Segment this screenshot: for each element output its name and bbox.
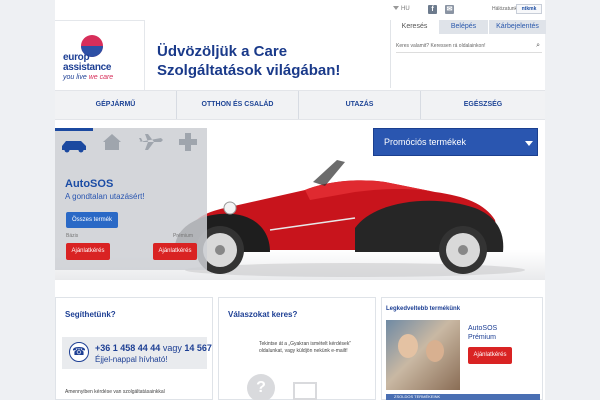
language-selector[interactable]: HU — [393, 6, 410, 12]
nav-item-home-family[interactable]: OTTHON ÉS CSALÁD — [177, 91, 299, 119]
faq-text: Tekintse át a „Gyakran ismételt kérdések… — [259, 341, 351, 354]
tab-login[interactable]: Belépés — [439, 20, 489, 34]
nav-item-vehicle[interactable]: GÉPJÁRMŰ — [55, 91, 177, 119]
network-link[interactable]: Hálózatunk — [492, 6, 517, 12]
logo-line2: assistance — [63, 62, 112, 73]
category-travel[interactable] — [131, 128, 169, 156]
facebook-icon[interactable]: f — [428, 5, 437, 14]
all-products-button[interactable]: Összes termék — [66, 212, 118, 228]
tab-claim[interactable]: Kárbejelentés — [489, 20, 546, 34]
category-car[interactable] — [55, 128, 93, 156]
products-footer-bar[interactable]: ZSOLDOS TERMÉKEINK — [386, 394, 540, 400]
quote-basic-button[interactable]: Ajánlatkérés — [66, 243, 110, 260]
phone-contact: ☎ +36 1 458 44 44 vagy 14 567 Éjjel-napp… — [62, 337, 212, 369]
promo-products-dropdown[interactable]: Promóciós termékek — [373, 128, 538, 156]
category-home[interactable] — [93, 128, 131, 156]
logo-tagline: you live we care — [63, 74, 114, 81]
product-title: AutoSOS — [65, 178, 114, 190]
help-note: Amennyiben kérdése van szolgáltatásainkk… — [65, 389, 165, 395]
chevron-down-icon — [525, 141, 533, 146]
nav-item-health[interactable]: EGÉSZSÉG — [421, 91, 545, 119]
ntkmk-badge[interactable]: ntkmk — [516, 4, 542, 14]
popular-title: Legkedveltebb termékünk — [386, 306, 461, 312]
tier-premium-label: Prémium — [173, 233, 194, 239]
hero-banner: AutoSOS A gondtalan utazásért! Összes te… — [55, 120, 545, 280]
quote-premium-button[interactable]: Ajánlatkérés — [153, 243, 197, 260]
category-health[interactable] — [169, 128, 207, 156]
welcome-heading: Üdvözöljük a Care Szolgáltatások világáb… — [157, 42, 387, 80]
search-placeholder: Keres valamit? Keressen rá oldalainkon! — [396, 43, 486, 49]
panel-tabs: Keresés Belépés Kárbejelentés — [391, 20, 546, 34]
popular-product-line2: Prémium — [468, 334, 497, 341]
search-input[interactable]: Keres valamit? Keressen rá oldalainkon! … — [396, 39, 542, 53]
envelope-icon[interactable] — [293, 382, 317, 400]
tier-basic-label: Bázis — [66, 233, 79, 239]
top-bar: HU f ✉ Hálózatunk ntkmk — [55, 0, 545, 20]
main-nav: GÉPJÁRMŰ OTTHON ÉS CSALÁD UTAZÁS EGÉSZSÉ… — [55, 90, 545, 120]
plane-icon — [139, 134, 163, 150]
popular-product-line1: AutoSOS — [468, 325, 498, 332]
question-icon[interactable]: ? — [247, 374, 275, 400]
help-box: Segíthetünk? ☎ +36 1 458 44 44 vagy 14 5… — [55, 297, 213, 400]
phone-hours: Éjjel-nappal hívható! — [95, 355, 168, 364]
popular-quote-button[interactable]: Ajánlatkérés — [468, 347, 512, 364]
page: HU f ✉ Hálózatunk ntkmk europ assistance… — [55, 0, 546, 400]
nav-item-travel[interactable]: UTAZÁS — [299, 91, 421, 119]
cross-icon — [179, 133, 197, 151]
promo-heading: Promóciós termékek — [384, 137, 467, 147]
phone-numbers[interactable]: +36 1 458 44 44 vagy 14 567 — [95, 343, 212, 353]
language-label: HU — [401, 6, 410, 12]
tab-search[interactable]: Keresés — [391, 20, 439, 34]
product-subtitle: A gondtalan utazásért! — [65, 192, 145, 201]
mail-icon[interactable]: ✉ — [445, 5, 454, 14]
help-title: Segíthetünk? — [65, 310, 116, 319]
house-icon — [103, 134, 121, 150]
brand-logo[interactable]: europ assistance you live we care — [55, 20, 145, 90]
faq-title: Válaszokat keres? — [228, 310, 298, 319]
popular-product-box: Legkedveltebb termékünk AutoSOS Prémium … — [381, 297, 543, 400]
product-side-panel: AutoSOS A gondtalan utazásért! Összes te… — [55, 128, 207, 270]
phone-icon: ☎ — [69, 342, 89, 362]
search-icon[interactable]: ⌕ — [536, 42, 540, 49]
family-photo — [386, 320, 460, 390]
dropdown-arrow-icon — [393, 6, 399, 11]
welcome-line2: Szolgáltatások világában! — [157, 62, 341, 79]
faq-box: Válaszokat keres? Tekintse át a „Gyakran… — [218, 297, 376, 400]
car-icon — [62, 141, 86, 153]
welcome-line1: Üdvözöljük a Care — [157, 43, 288, 60]
search-panel: Keresés Belépés Kárbejelentés Keres vala… — [390, 20, 546, 88]
